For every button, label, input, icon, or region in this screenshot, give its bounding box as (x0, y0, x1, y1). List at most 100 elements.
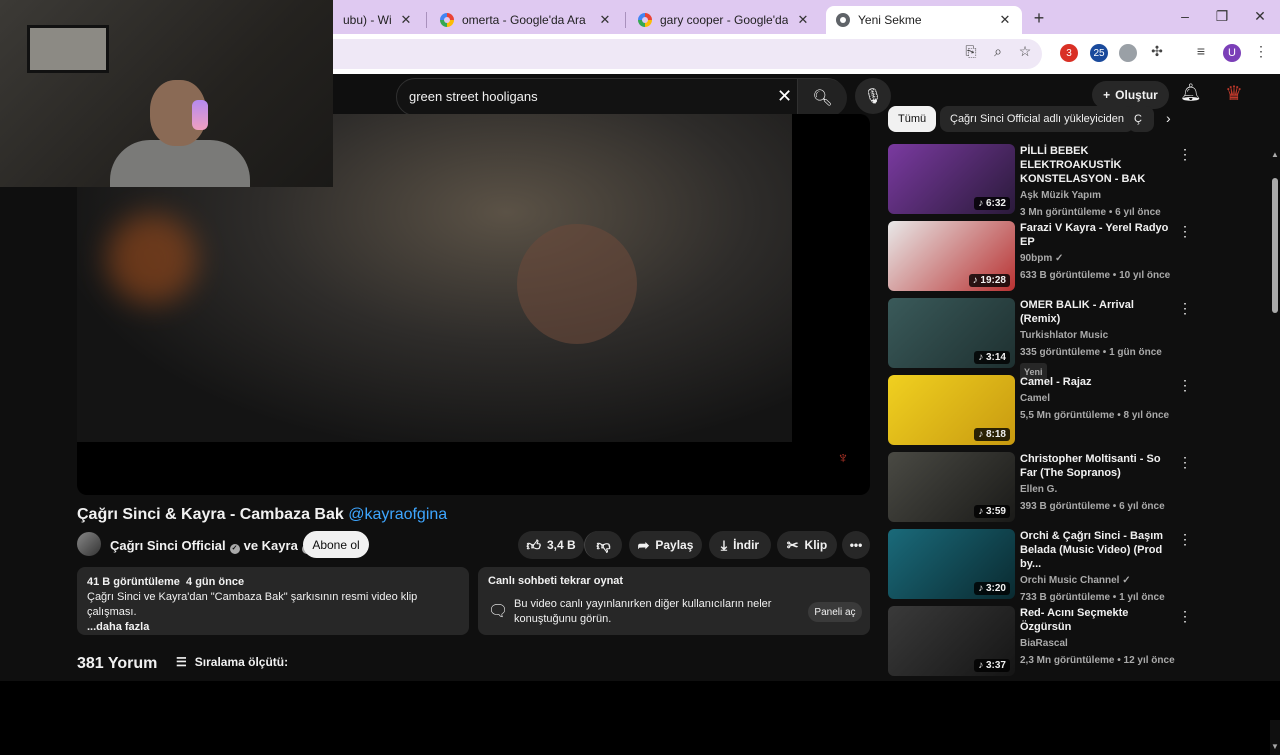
zoom-icon[interactable]: ⌕ (989, 43, 1007, 60)
account-avatar[interactable]: ♛ (1222, 81, 1246, 107)
omnibox[interactable] (290, 39, 1042, 69)
verified-icon: ✓ (1052, 253, 1064, 264)
close-icon[interactable]: ✕ (598, 12, 612, 28)
recommendation-item[interactable]: ♪ 6:32 PİLLİ BEBEK ELEKTROAKUSTİK KONSTEL… (888, 144, 1268, 218)
maximize-button[interactable]: ❐ (1212, 8, 1232, 25)
recommendation-title[interactable]: Christopher Moltisanti - So Far (The Sop… (1020, 452, 1175, 480)
mention-link[interactable]: @kayraofgina (348, 506, 447, 523)
video-thumbnail[interactable]: ♪ 6:32 (888, 144, 1015, 214)
new-tab-button[interactable]: + (1029, 8, 1049, 29)
more-vertical-icon[interactable]: ⋮ (1178, 223, 1192, 240)
video-thumbnail[interactable]: ♪ 3:14 (888, 298, 1015, 368)
scroll-down-icon[interactable]: ▼ (1271, 742, 1279, 751)
collab-name[interactable]: ve Kayra (244, 538, 298, 553)
channel-name[interactable]: Çağrı Sinci Official✓ve Kayra✓ (110, 538, 316, 554)
more-vertical-icon[interactable]: ⋮ (1178, 300, 1192, 317)
tab-gary-cooper[interactable]: gary cooper - Google'da Ara ✕ (628, 6, 820, 34)
chip-all[interactable]: Tümü (888, 106, 937, 132)
show-more-link[interactable]: ...daha fazla (87, 621, 149, 633)
more-vertical-icon[interactable]: ⋮ (1178, 531, 1192, 548)
channel-name-text[interactable]: BiaRascal (1020, 638, 1068, 649)
profile-avatar[interactable]: U (1223, 44, 1241, 62)
recommendation-title[interactable]: PİLLİ BEBEK ELEKTROAKUSTİK KONSTELASYON … (1020, 144, 1175, 186)
like-button[interactable]: 👍︎ 3,4 B (518, 531, 584, 559)
more-vertical-icon[interactable]: ⋮ (1178, 146, 1192, 163)
share-button[interactable]: ➦ Paylaş (629, 531, 702, 559)
video-thumbnail[interactable]: ♪ 3:59 (888, 452, 1015, 522)
recommendation-channel[interactable]: 90bpm ✓ (1020, 252, 1175, 266)
more-vertical-icon[interactable]: ⋮ (1178, 454, 1192, 471)
video-thumbnail[interactable]: ♪ 8:18 (888, 375, 1015, 445)
recommendation-title[interactable]: Camel - Rajaz (1020, 375, 1175, 389)
extension-red-icon[interactable]: 3 (1060, 44, 1078, 62)
video-thumbnail[interactable]: ♪ 3:20 (888, 529, 1015, 599)
video-thumbnail[interactable]: ♪ 3:37 (888, 606, 1015, 676)
channel-name-text[interactable]: 90bpm (1020, 253, 1052, 264)
recommendation-item[interactable]: ♪ 3:14 OMER BALIK - Arrival (Remix) Turkis… (888, 298, 1268, 381)
tab-omerta[interactable]: omerta - Google'da Ara ✕ (430, 6, 622, 34)
menu-dots-icon[interactable]: ⋮ (1252, 43, 1270, 60)
download-button[interactable]: ⤓ İndir (709, 531, 771, 559)
recommendation-title[interactable]: Farazi V Kayra - Yerel Radyo EP (1020, 221, 1175, 249)
video-thumbnail[interactable]: ♪ 19:28 (888, 221, 1015, 291)
create-button[interactable]: + Oluştur (1092, 81, 1169, 109)
recommendation-item[interactable]: ♪ 8:18 Camel - Rajaz Camel 5,5 Mn görüntüle… (888, 375, 1268, 447)
clip-button[interactable]: ✂ Klip (777, 531, 837, 559)
close-icon[interactable]: ✕ (796, 12, 810, 28)
search-input[interactable]: green street hooligans (409, 89, 538, 104)
upload-date: 4 gün önce (186, 576, 245, 588)
bookmark-star-icon[interactable]: ☆ (1016, 43, 1034, 60)
channel-name-text[interactable]: Aşk Müzik Yapım (1020, 190, 1101, 201)
clear-search-icon[interactable]: ✕ (777, 86, 792, 107)
channel-name-text[interactable]: Camel (1020, 393, 1050, 404)
recommendation-title[interactable]: Orchi & Çağrı Sinci - Başım Belada (Musi… (1020, 529, 1175, 571)
install-app-icon[interactable]: ⎘ (962, 43, 980, 60)
extension-blue-icon[interactable]: 25 (1090, 44, 1108, 62)
recommendation-channel[interactable]: Turkishlator Music (1020, 329, 1175, 343)
search-button[interactable]: 🔍︎ (797, 79, 847, 117)
channel-name-text[interactable]: Çağrı Sinci Official (110, 538, 226, 553)
tab-new-tab[interactable]: Yeni Sekme ✕ (826, 6, 1022, 34)
chevron-right-icon[interactable]: › (1166, 110, 1171, 126)
recommendation-title[interactable]: OMER BALIK - Arrival (Remix) (1020, 298, 1175, 326)
recommendation-item[interactable]: ♪ 3:20 Orchi & Çağrı Sinci - Başım Belada… (888, 529, 1268, 603)
open-panel-button[interactable]: Paneli aç (808, 602, 862, 622)
channel-avatar[interactable] (77, 532, 101, 556)
more-vertical-icon[interactable]: ⋮ (1178, 377, 1192, 394)
recommendation-item[interactable]: ♪ 3:37 Red- Acını Seçmekte Özgürsün BiaRas… (888, 606, 1268, 678)
minimize-button[interactable]: – (1175, 8, 1195, 24)
notifications-bell-icon[interactable]: 🔔︎ (1180, 83, 1202, 103)
channel-name-text[interactable]: Orchi Music Channel (1020, 575, 1119, 586)
recommendation-channel[interactable]: BiaRascal (1020, 637, 1175, 651)
close-icon[interactable]: ✕ (399, 12, 413, 28)
extension-globe-icon[interactable] (1119, 44, 1137, 62)
window-close-button[interactable]: ✕ (1250, 8, 1270, 25)
tab-wikiwand[interactable]: ubu) - Wikiwan ✕ (333, 6, 423, 34)
more-actions-button[interactable]: ••• (842, 531, 870, 559)
page-scrollbar[interactable]: ▲ ▼ (1270, 148, 1280, 755)
close-icon[interactable]: ✕ (998, 12, 1012, 28)
media-control-icon[interactable]: ≡ (1192, 43, 1210, 59)
recommendation-item[interactable]: ♪ 19:28 Farazi V Kayra - Yerel Radyo EP 90… (888, 221, 1268, 293)
description-box[interactable]: 41 B görüntüleme 4 gün önce Çağrı Sinci … (77, 567, 469, 635)
more-vertical-icon[interactable]: ⋮ (1178, 608, 1192, 625)
subscribe-button[interactable]: Abone ol (303, 531, 369, 558)
dislike-button[interactable]: 👎︎ (584, 531, 622, 559)
recommendation-channel[interactable]: Ellen G. (1020, 483, 1175, 497)
search-box[interactable]: green street hooligans ✕ 🔍︎ (396, 78, 847, 117)
voice-search-button[interactable]: 🎙︎ (855, 78, 891, 114)
scroll-up-icon[interactable]: ▲ (1271, 150, 1279, 159)
recommendation-channel[interactable]: Orchi Music Channel ✓ (1020, 574, 1175, 588)
recommendation-channel[interactable]: Camel (1020, 392, 1175, 406)
channel-name-text[interactable]: Turkishlator Music (1020, 330, 1108, 341)
chip-more[interactable]: Ç (1128, 106, 1154, 132)
recommendation-title[interactable]: Red- Acını Seçmekte Özgürsün (1020, 606, 1175, 634)
extensions-puzzle-icon[interactable]: ✣ (1148, 43, 1166, 60)
chip-from-uploader[interactable]: Çağrı Sinci Official adlı yükleyiciden (940, 106, 1135, 132)
sort-comments-button[interactable]: ☰ Sıralama ölçütü: (176, 655, 288, 669)
recommendation-channel[interactable]: Aşk Müzik Yapım (1020, 189, 1175, 203)
duration-badge: ♪ 8:18 (974, 428, 1010, 441)
scrollbar-thumb[interactable] (1272, 178, 1278, 313)
recommendation-item[interactable]: ♪ 3:59 Christopher Moltisanti - So Far (T… (888, 452, 1268, 524)
channel-name-text[interactable]: Ellen G. (1020, 484, 1057, 495)
